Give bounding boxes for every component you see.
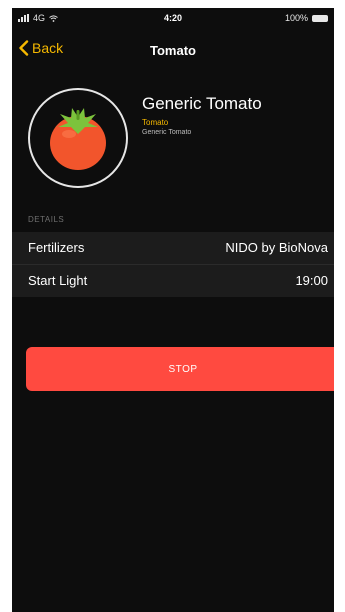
detail-row-fertilizers[interactable]: Fertilizers NIDO by BioNova: [12, 232, 334, 265]
battery-percent: 100%: [284, 13, 308, 23]
details-header: DETAILS: [28, 215, 65, 224]
plant-avatar: [28, 88, 128, 188]
page-title: Tomato: [150, 43, 196, 58]
detail-value: NIDO by BioNova: [225, 240, 328, 255]
detail-value: 19:00: [295, 273, 328, 288]
status-bar: 4G 4:20 100%: [12, 8, 334, 32]
plant-name: Generic Tomato: [142, 94, 262, 113]
details-list: Fertilizers NIDO by BioNova Start Light …: [12, 232, 334, 297]
detail-label: Start Light: [28, 273, 88, 288]
plant-type: Tomato: [142, 118, 169, 127]
battery-icon: [312, 14, 328, 22]
app-screen: 4G 4:20 100% Back Tomato Generic Tomato …: [12, 8, 334, 612]
status-right: 100%: [285, 13, 328, 23]
tomato-icon: [50, 108, 106, 170]
stop-button[interactable]: STOP: [26, 347, 334, 391]
plant-subtitle: Generic Tomato: [142, 129, 192, 136]
detail-row-start-light[interactable]: Start Light 19:00: [12, 265, 334, 297]
navigation-bar: Back Tomato: [12, 34, 334, 64]
detail-label: Fertilizers: [28, 240, 85, 255]
